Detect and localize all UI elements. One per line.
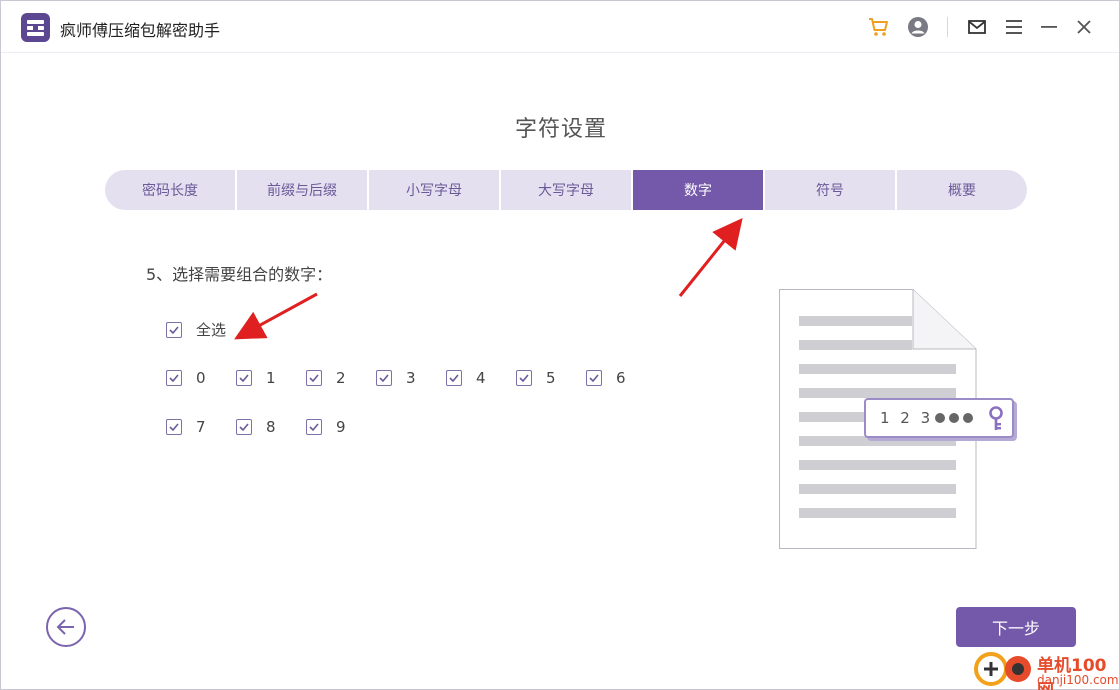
key-icon bbox=[989, 406, 1003, 430]
digit-checkbox-2[interactable]: 2 bbox=[306, 369, 346, 387]
digit-label: 9 bbox=[336, 418, 346, 436]
user-icon[interactable] bbox=[904, 13, 932, 41]
digit-label: 3 bbox=[406, 369, 416, 387]
title-bar: 疯师傅压缩包解密助手 bbox=[1, 1, 1119, 53]
tab-password-length[interactable]: 密码长度 bbox=[105, 170, 237, 210]
digit-label: 2 bbox=[336, 369, 346, 387]
tab-summary[interactable]: 概要 bbox=[897, 170, 1027, 210]
checkbox-checked-icon bbox=[516, 370, 532, 386]
menu-icon[interactable] bbox=[1000, 13, 1028, 41]
tab-bar: 密码长度 前缀与后缀 小写字母 大写字母 数字 符号 概要 bbox=[105, 170, 1027, 210]
tab-uppercase[interactable]: 大写字母 bbox=[501, 170, 633, 210]
close-icon[interactable] bbox=[1070, 13, 1098, 41]
digit-checkbox-0[interactable]: 0 bbox=[166, 369, 206, 387]
tab-digits[interactable]: 数字 bbox=[633, 170, 765, 210]
digit-label: 5 bbox=[546, 369, 556, 387]
arrow-left-icon bbox=[56, 619, 74, 635]
digit-checkbox-9[interactable]: 9 bbox=[306, 418, 346, 436]
watermark-line2: danji100.com bbox=[1037, 673, 1119, 687]
select-all-label: 全选 bbox=[196, 321, 227, 339]
checkbox-checked-icon bbox=[446, 370, 462, 386]
annotation-arrow-tab bbox=[678, 217, 743, 297]
digit-label: 1 bbox=[266, 369, 276, 387]
digit-checkbox-4[interactable]: 4 bbox=[446, 369, 486, 387]
checkbox-checked-icon bbox=[306, 419, 322, 435]
password-badge: 1 2 3 bbox=[864, 398, 1014, 438]
digit-checkbox-3[interactable]: 3 bbox=[376, 369, 416, 387]
back-button[interactable] bbox=[46, 607, 86, 647]
next-button[interactable]: 下一步 bbox=[956, 607, 1076, 647]
checkbox-checked-icon bbox=[236, 419, 252, 435]
digit-checkbox-6[interactable]: 6 bbox=[586, 369, 626, 387]
annotation-arrow-select-all bbox=[234, 292, 318, 340]
password-dots bbox=[935, 413, 974, 423]
app-logo-icon bbox=[21, 13, 50, 42]
checkbox-checked-icon bbox=[306, 370, 322, 386]
digit-label: 7 bbox=[196, 418, 206, 436]
page-heading: 字符设置 bbox=[514, 117, 607, 142]
digit-label: 6 bbox=[616, 369, 626, 387]
checkbox-checked-icon bbox=[586, 370, 602, 386]
checkbox-checked-icon bbox=[166, 370, 182, 386]
digit-checkbox-8[interactable]: 8 bbox=[236, 418, 276, 436]
digit-label: 4 bbox=[476, 369, 486, 387]
cart-icon[interactable] bbox=[865, 13, 893, 41]
app-window: 疯师傅压缩包解密助手 字符设置 密码长度 前缀与后缀 小写字母 大写字母 数字 … bbox=[0, 0, 1120, 690]
watermark-logo-icon bbox=[974, 652, 1031, 686]
app-title: 疯师傅压缩包解密助手 bbox=[60, 21, 221, 40]
tab-prefix-suffix[interactable]: 前缀与后缀 bbox=[237, 170, 369, 210]
digit-checkbox-1[interactable]: 1 bbox=[236, 369, 276, 387]
checkbox-checked-icon bbox=[236, 370, 252, 386]
select-all-checkbox[interactable]: 全选 bbox=[166, 319, 226, 340]
titlebar-separator bbox=[947, 17, 948, 37]
digit-checkbox-5[interactable]: 5 bbox=[516, 369, 556, 387]
checkbox-checked-icon bbox=[166, 321, 182, 338]
checkbox-checked-icon bbox=[166, 419, 182, 435]
tab-symbols[interactable]: 符号 bbox=[765, 170, 897, 210]
password-sample-text: 1 2 3 bbox=[880, 409, 934, 427]
mail-icon[interactable] bbox=[963, 13, 991, 41]
minimize-icon[interactable] bbox=[1035, 13, 1063, 41]
digit-label: 8 bbox=[266, 418, 276, 436]
watermark: 单机100网 danji100.com bbox=[969, 649, 1120, 690]
question-label: 5、选择需要组合的数字： bbox=[146, 265, 333, 284]
digit-checkbox-7[interactable]: 7 bbox=[166, 418, 206, 436]
checkbox-checked-icon bbox=[376, 370, 392, 386]
tab-lowercase[interactable]: 小写字母 bbox=[369, 170, 501, 210]
digit-label: 0 bbox=[196, 369, 206, 387]
